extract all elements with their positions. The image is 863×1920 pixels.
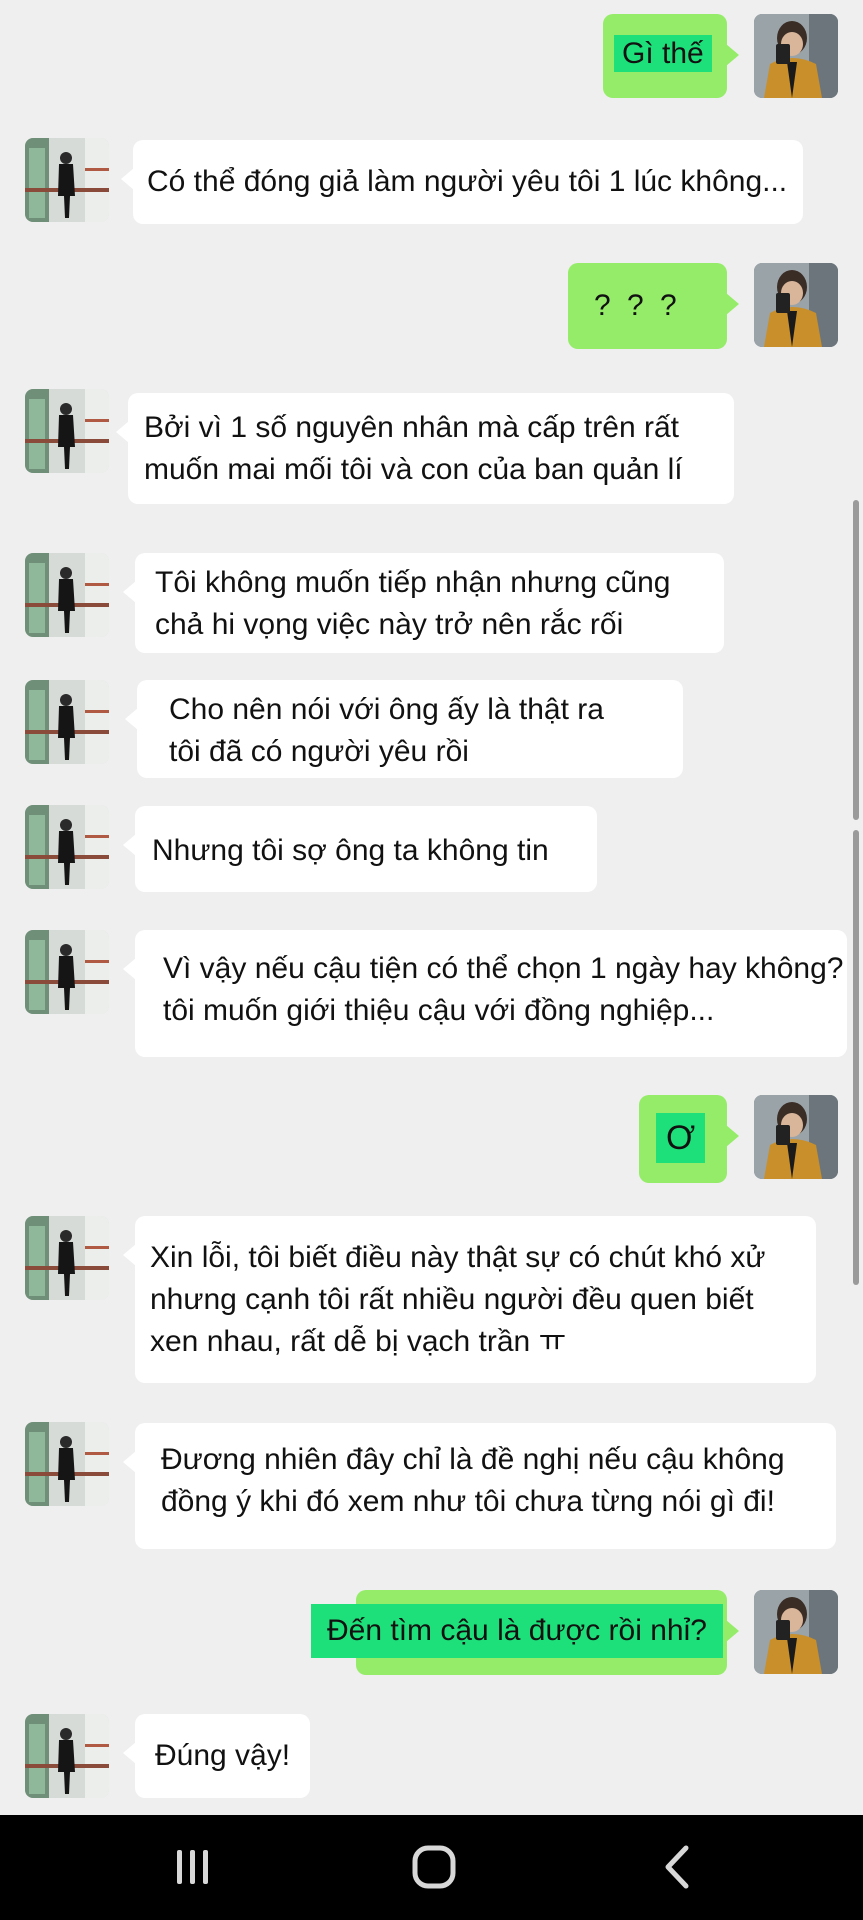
message-bubble-outgoing[interactable]: Đến tìm cậu là được rồi nhỉ? [311,1590,739,1675]
contact-avatar-image [25,805,109,889]
scrollbar-lower[interactable] [853,830,859,1285]
message-text-line: muốn mai mối tôi và con của ban quản lí [144,453,683,486]
contact-avatar[interactable] [25,805,109,889]
message-bubble-outgoing[interactable]: Ơ [639,1095,739,1183]
contact-avatar[interactable] [25,138,109,222]
contact-avatar[interactable] [25,680,109,764]
self-avatar-image [754,14,838,98]
home-icon [412,1845,456,1889]
message-text-line: Cho nên nói với ông ấy là thật ra [169,693,604,726]
message-bubble-incoming[interactable]: Xin lỗi, tôi biết điều này thật sự có ch… [123,1216,816,1383]
message-text: Đúng vậy! [155,1739,291,1772]
recent-apps-icon [177,1850,208,1884]
contact-avatar[interactable] [25,1714,109,1798]
self-avatar[interactable] [754,14,838,98]
message-bubble-incoming[interactable]: Cho nên nói với ông ấy là thật ra tôi đã… [125,680,683,778]
contact-avatar-image [25,553,109,637]
message-bubble-outgoing[interactable]: ? ? ? [568,263,739,349]
message-text: Ơ [656,1113,706,1163]
message-text: Đến tìm cậu là được rồi nhỉ? [311,1604,723,1658]
message-text: ? ? ? [594,289,681,322]
self-avatar-image [754,1095,838,1179]
message-text-line: xen nhau, rất dễ bị vạch trần ㅠ [150,1325,567,1358]
message-text-line: đồng ý khi đó xem như tôi chưa từng nói … [161,1485,775,1518]
message-text-line: Bởi vì 1 số nguyên nhân mà cấp trên rất [144,411,679,444]
message-text: Nhưng tôi sợ ông ta không tin [152,834,549,867]
message-bubble-incoming[interactable]: Nhưng tôi sợ ông ta không tin [123,806,597,892]
message-bubble-incoming[interactable]: Vì vậy nếu cậu tiện có thể chọn 1 ngày h… [123,930,847,1057]
contact-avatar-image [25,138,109,222]
chat-area[interactable]: Gì thế Có thể đóng giả làm người yêu tôi… [0,0,863,1815]
recent-apps-button[interactable] [148,1837,238,1897]
contact-avatar-image [25,389,109,473]
contact-avatar-image [25,1422,109,1506]
contact-avatar[interactable] [25,1422,109,1506]
message-bubble-outgoing[interactable]: Gì thế [603,14,739,98]
self-avatar[interactable] [754,263,838,347]
system-navigation-bar [0,1815,863,1920]
self-avatar[interactable] [754,1095,838,1179]
home-button[interactable] [390,1837,480,1897]
message-text-line: Đương nhiên đây chỉ là đề nghị nếu cậu k… [161,1443,785,1476]
contact-avatar-image [25,1714,109,1798]
message-bubble-incoming[interactable]: Đúng vậy! [123,1714,310,1798]
contact-avatar-image [25,680,109,764]
self-avatar[interactable] [754,1590,838,1674]
message-text-line: tôi đã có người yêu rồi [169,735,469,768]
contact-avatar-image [25,930,109,1014]
message-bubble-incoming[interactable]: Đương nhiên đây chỉ là đề nghị nếu cậu k… [123,1423,836,1549]
contact-avatar-image [25,1216,109,1300]
self-avatar-image [754,263,838,347]
message-bubble-incoming[interactable]: Tôi không muốn tiếp nhận nhưng cũng chả … [123,553,724,653]
contact-avatar[interactable] [25,389,109,473]
contact-avatar[interactable] [25,930,109,1014]
scrollbar-upper[interactable] [853,500,859,820]
message-text-line: Xin lỗi, tôi biết điều này thật sự có ch… [150,1241,766,1274]
back-button[interactable] [633,1837,723,1897]
back-icon [665,1845,689,1889]
contact-avatar[interactable] [25,553,109,637]
contact-avatar[interactable] [25,1216,109,1300]
message-text-line: Vì vậy nếu cậu tiện có thể chọn 1 ngày h… [163,952,844,985]
message-text-line: chả hi vọng việc này trở nên rắc rối [155,608,624,641]
message-text: Gì thế [614,35,712,72]
message-text-line: Tôi không muốn tiếp nhận nhưng cũng [155,566,671,599]
message-text: Có thể đóng giả làm người yêu tôi 1 lúc … [147,165,788,198]
self-avatar-image [754,1590,838,1674]
message-text-line: nhưng cạnh tôi rất nhiều người đều quen … [150,1283,754,1316]
message-bubble-incoming[interactable]: Bởi vì 1 số nguyên nhân mà cấp trên rất … [116,393,734,504]
message-bubble-incoming[interactable]: Có thể đóng giả làm người yêu tôi 1 lúc … [121,140,803,224]
message-text-line: tôi muốn giới thiệu cậu với đồng nghiệp.… [163,994,715,1027]
